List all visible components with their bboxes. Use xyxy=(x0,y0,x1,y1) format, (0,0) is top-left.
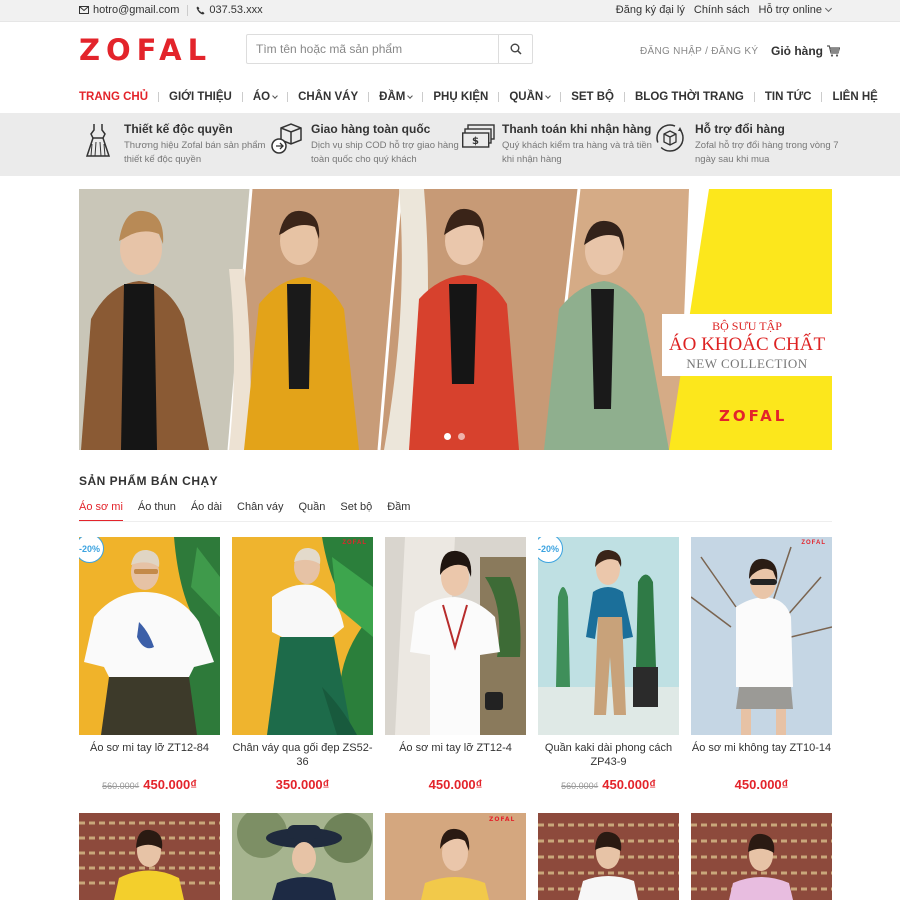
nav-item-dresses[interactable]: ĐẦM xyxy=(379,91,414,103)
product-price: 450.000₫ xyxy=(734,777,789,792)
product-image[interactable] xyxy=(385,537,526,735)
product-card[interactable]: ZOFAL Áo sơ mi không tay ZT10-14 450.000… xyxy=(691,537,832,792)
cart-button[interactable]: Giỏ hàng xyxy=(771,44,840,58)
cash-icon: $ xyxy=(461,122,495,167)
feature-desc: Quý khách kiểm tra hàng và trả tiền khi … xyxy=(502,140,652,165)
product-name[interactable]: Áo sơ mi tay lỡ ZT12-84 xyxy=(79,741,220,769)
product-image[interactable]: -20% xyxy=(79,537,220,735)
nav-item-news[interactable]: TIN TỨC xyxy=(765,91,812,103)
product-image[interactable]: ZOFAL xyxy=(385,813,526,900)
product-price: 560.000₫ 450.000₫ xyxy=(102,777,197,792)
nav-item-contact[interactable]: LIÊN HỆ xyxy=(832,91,877,103)
product-image[interactable]: -20% xyxy=(538,537,679,735)
tab-sets[interactable]: Set bộ xyxy=(340,501,372,522)
product-image[interactable] xyxy=(691,813,832,900)
product-image[interactable] xyxy=(538,813,679,900)
feature-exchange-support: Hỗ trợ đổi hàng Zofal hỗ trợ đổi hàng tr… xyxy=(655,122,845,167)
collection-ad: BỘ SƯU TẬP ÁO KHOÁC CHẤT NEW COLLECTION xyxy=(662,314,832,376)
product-brand-watermark: ZOFAL xyxy=(489,816,515,823)
main-nav: TRANG CHỦ GIỚI THIỆU ÁO CHÂN VÁY ĐẦM PHỤ… xyxy=(79,90,878,104)
nav-item-pants[interactable]: QUẦN xyxy=(509,91,552,103)
product-card[interactable]: ZOFAL Chân váy qua gối đẹp ZS52-36 350.0… xyxy=(232,537,373,792)
slider-dots xyxy=(444,433,465,440)
product-name[interactable]: Quần kaki dài phong cách ZP43-9 xyxy=(538,741,679,769)
search-icon xyxy=(510,43,522,55)
product-card[interactable]: -20% Quần kaki dài phong cách ZP43-9 560… xyxy=(538,537,679,792)
tab-pants[interactable]: Quần xyxy=(299,501,326,522)
feature-cod-payment: $ Thanh toán khi nhận hàng Quý khách kiể… xyxy=(461,122,652,167)
slider-dot[interactable] xyxy=(444,433,451,440)
feature-desc: Dịch vụ ship COD hỗ trợ giao hàng toàn q… xyxy=(311,140,459,165)
tab-ao-dai[interactable]: Áo dài xyxy=(191,501,222,522)
nav-item-home[interactable]: TRANG CHỦ xyxy=(79,91,148,103)
category-tabs: Áo sơ mi Áo thun Áo dài Chân váy Quần Se… xyxy=(79,501,410,522)
feature-exclusive-design: Thiết kế độc quyền Thương hiệu Zofal bán… xyxy=(84,122,274,167)
nav-item-shirts[interactable]: ÁO xyxy=(253,91,278,103)
product-image[interactable]: ZOFAL xyxy=(691,537,832,735)
feature-nationwide-delivery: Giao hàng toàn quốc Dịch vụ ship COD hỗ … xyxy=(271,122,461,167)
section-title: SẢN PHẨM BÁN CHẠY xyxy=(79,474,219,488)
product-image[interactable]: ZOFAL xyxy=(232,537,373,735)
email-contact[interactable]: hotro@gmail.com xyxy=(79,4,179,16)
tab-tshirts[interactable]: Áo thun xyxy=(138,501,176,522)
site-logo[interactable]: ZOFAL xyxy=(79,33,212,67)
nav-item-skirts[interactable]: CHÂN VÁY xyxy=(298,91,358,103)
phone-contact[interactable]: 037.53.xxx xyxy=(196,4,263,16)
search-button[interactable] xyxy=(498,35,532,63)
support-dropdown[interactable]: Hỗ trợ online xyxy=(759,4,833,16)
hero-banner[interactable]: BỘ SƯU TẬP ÁO KHOÁC CHẤT NEW COLLECTION … xyxy=(79,189,832,450)
product-price: 560.000₫ 450.000₫ xyxy=(561,777,656,792)
features-band: Thiết kế độc quyền Thương hiệu Zofal bán… xyxy=(0,113,900,176)
product-name[interactable]: Chân váy qua gối đẹp ZS52-36 xyxy=(232,741,373,769)
policy-link[interactable]: Chính sách xyxy=(694,4,750,16)
tabs-divider xyxy=(79,521,832,522)
feature-desc: Thương hiệu Zofal bán sản phẩm thiết kế … xyxy=(124,140,266,165)
register-link[interactable]: ĐĂNG KÝ xyxy=(711,46,758,57)
product-price: 350.000₫ xyxy=(275,777,330,792)
exchange-box-icon xyxy=(655,122,687,167)
svg-text:$: $ xyxy=(472,136,479,147)
banner-brand-logo: ZOFAL xyxy=(719,407,788,425)
login-link[interactable]: ĐĂNG NHẬP xyxy=(640,46,702,57)
chevron-down-icon xyxy=(545,93,552,99)
chevron-down-icon xyxy=(272,93,278,99)
slider-dot[interactable] xyxy=(458,433,465,440)
phone-icon xyxy=(196,5,205,15)
nav-item-sets[interactable]: SET BỘ xyxy=(571,91,614,103)
nav-item-accessories[interactable]: PHỤ KIỆN xyxy=(433,91,488,103)
feature-title: Thanh toán khi nhận hàng xyxy=(502,122,652,136)
cart-icon xyxy=(827,45,840,57)
product-image[interactable] xyxy=(79,813,220,900)
search-bar xyxy=(246,34,533,64)
product-brand-watermark: ZOFAL xyxy=(801,540,826,546)
dress-icon xyxy=(84,122,116,167)
product-card[interactable]: Áo sơ mi tay lỡ ZT12-4 450.000₫ xyxy=(385,537,526,792)
search-input[interactable] xyxy=(247,35,498,63)
product-name[interactable]: Áo sơ mi tay lỡ ZT12-4 xyxy=(385,741,526,769)
nav-item-about[interactable]: GIỚI THIỆU xyxy=(169,91,232,103)
feature-title: Thiết kế độc quyền xyxy=(124,122,233,136)
agency-link[interactable]: Đăng ký đại lý xyxy=(616,4,685,16)
nav-item-blog[interactable]: BLOG THỜI TRANG xyxy=(635,91,744,103)
product-price: 450.000₫ xyxy=(428,777,483,792)
tab-skirts[interactable]: Chân váy xyxy=(237,501,283,522)
product-brand-watermark: ZOFAL xyxy=(342,540,367,546)
product-card[interactable]: -20% Áo sơ mi tay lỡ ZT12-84 560.000₫ 450… xyxy=(79,537,220,792)
feature-title: Hỗ trợ đổi hàng xyxy=(695,122,785,136)
mail-icon xyxy=(79,6,89,14)
account-links: ĐĂNG NHẬP / ĐĂNG KÝ xyxy=(640,46,759,57)
tab-dresses[interactable]: Đầm xyxy=(387,501,410,522)
product-image[interactable] xyxy=(232,813,373,900)
tab-shirts[interactable]: Áo sơ mi xyxy=(79,501,123,522)
top-bar: hotro@gmail.com 037.53.xxx Đăng ký đại l… xyxy=(0,0,900,22)
chevron-down-icon xyxy=(824,4,833,13)
chevron-down-icon xyxy=(407,93,414,99)
product-name[interactable]: Áo sơ mi không tay ZT10-14 xyxy=(691,741,832,769)
feature-title: Giao hàng toàn quốc xyxy=(311,122,431,136)
delivery-box-icon xyxy=(271,122,303,167)
feature-desc: Zofal hỗ trợ đổi hàng trong vòng 7 ngày … xyxy=(695,140,839,165)
